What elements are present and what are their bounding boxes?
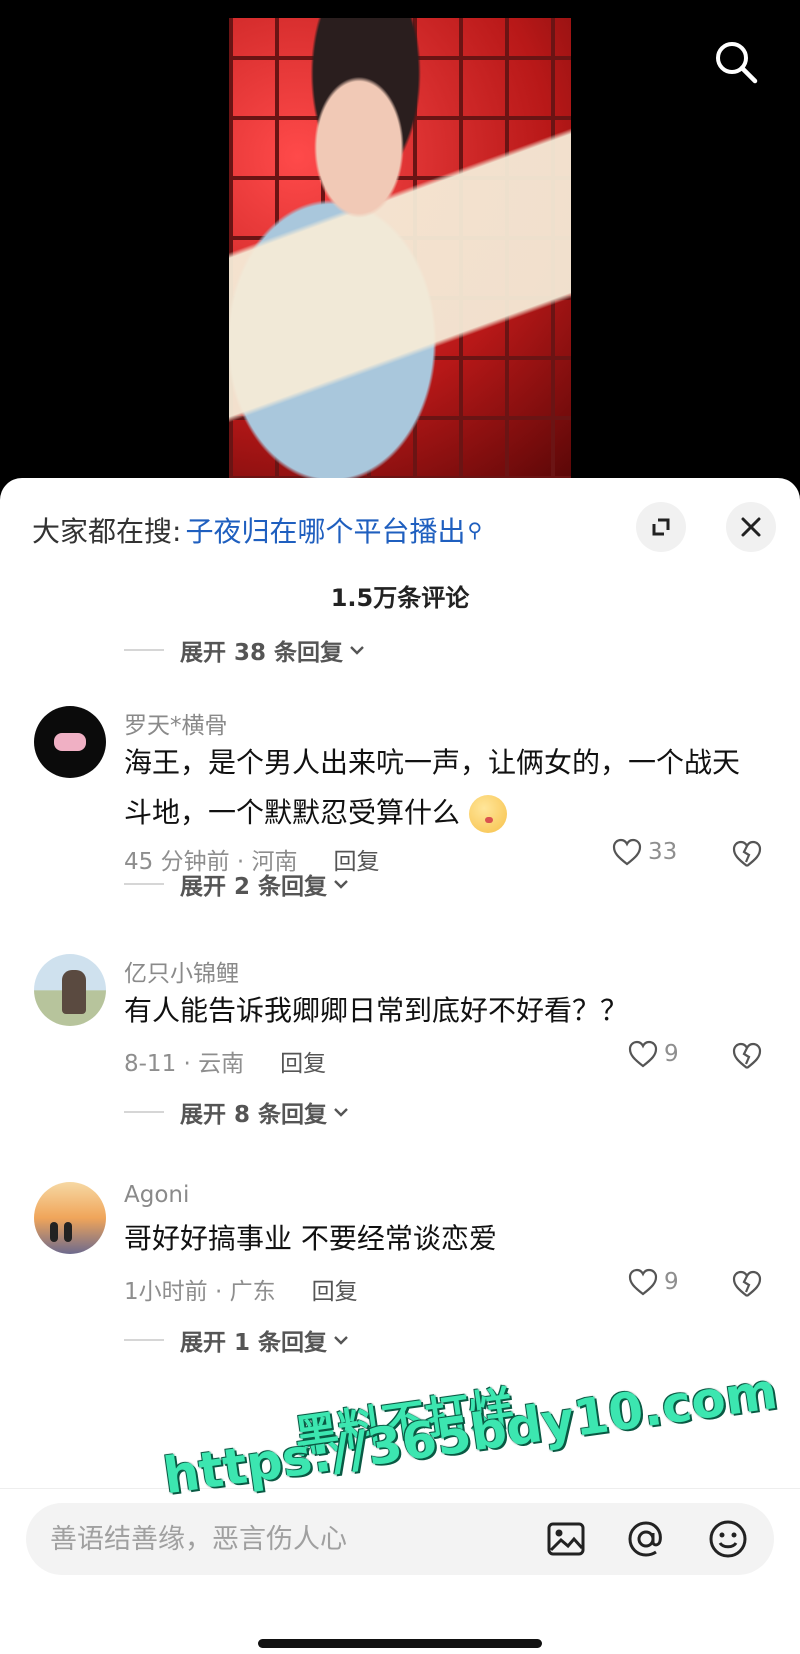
comment-count: 1.5万条评论 — [330, 584, 470, 612]
comment-sheet: 大家都在搜: 子夜归在哪个平台播出 ⚲ 1.5万条评论 展开 38 条回复 罗天… — [0, 478, 800, 1654]
home-indicator — [258, 1639, 542, 1648]
comment-username[interactable]: Agoni — [124, 1182, 189, 1208]
search-suggestion[interactable]: 大家都在搜: 子夜归在哪个平台播出 ⚲ — [32, 508, 482, 552]
video-area — [0, 0, 800, 480]
like-count: 33 — [648, 839, 678, 865]
heart-icon — [628, 1040, 658, 1068]
comment-text-content: 海王，是个男人出来吭一声，让俩女的，一个战天斗地，一个默默忍受算什么 — [124, 746, 741, 829]
expand-replies-label: 展开 38 条回复 — [180, 640, 344, 666]
comment-meta: 8-11 · 云南 回复 — [124, 1044, 326, 1078]
chevron-down-icon — [334, 1108, 348, 1117]
avatar[interactable] — [34, 954, 106, 1026]
expand-replies-toggle[interactable]: 展开 1 条回复 — [124, 1320, 349, 1360]
reply-button[interactable]: 回复 — [312, 1272, 358, 1306]
expand-replies-toggle[interactable]: 展开 38 条回复 — [124, 630, 365, 670]
divider — [124, 883, 164, 885]
video-frame[interactable] — [229, 18, 571, 480]
image-icon[interactable] — [544, 1517, 588, 1561]
comment-text: 海王，是个男人出来吭一声，让俩女的，一个战天斗地，一个默默忍受算什么 — [124, 738, 764, 838]
like-button[interactable]: 9 — [628, 1040, 679, 1068]
expand-replies-label: 展开 8 条回复 — [180, 1102, 328, 1128]
expand-replies-toggle[interactable]: 展开 8 条回复 — [124, 1092, 349, 1132]
expand-replies-toggle[interactable]: 展开 2 条回复 — [124, 864, 349, 904]
divider — [124, 649, 164, 651]
broken-heart-icon[interactable] — [732, 1042, 762, 1074]
chevron-down-icon — [334, 880, 348, 889]
emoji-icon[interactable] — [706, 1517, 750, 1561]
like-count: 9 — [664, 1041, 679, 1067]
close-icon[interactable] — [726, 502, 776, 552]
comment-input[interactable] — [50, 1503, 530, 1575]
search-prefix: 大家都在搜: — [32, 515, 182, 548]
broken-heart-icon[interactable] — [732, 1270, 762, 1302]
comment-input-bar — [0, 1488, 800, 1654]
reply-button[interactable]: 回复 — [280, 1044, 326, 1078]
comment-time-location: 1小时前 · 广东 — [124, 1279, 276, 1305]
avatar[interactable] — [34, 706, 106, 778]
blushing-emoji-icon — [468, 795, 507, 833]
comment-time-location: 8-11 · 云南 — [124, 1051, 245, 1077]
expand-replies-label: 展开 2 条回复 — [180, 874, 328, 900]
at-mention-icon[interactable] — [624, 1517, 668, 1561]
expand-icon[interactable] — [636, 502, 686, 552]
heart-icon — [612, 838, 642, 866]
chevron-down-icon — [350, 646, 364, 655]
divider — [124, 1111, 164, 1113]
comment-username[interactable]: 罗天*横骨 — [124, 706, 228, 740]
comment-input-container[interactable] — [26, 1503, 774, 1575]
search-icon[interactable] — [712, 38, 760, 86]
heart-icon — [628, 1268, 658, 1296]
search-query-link[interactable]: 子夜归在哪个平台播出 — [185, 510, 465, 550]
comment-text: 有人能告诉我卿卿日常到底好不好看？？ — [124, 994, 629, 1027]
avatar[interactable] — [34, 1182, 106, 1254]
like-button[interactable]: 33 — [612, 838, 677, 866]
search-small-icon: ⚲ — [467, 518, 483, 542]
comment-meta: 1小时前 · 广东 回复 — [124, 1272, 358, 1306]
divider — [124, 1339, 164, 1341]
broken-heart-icon[interactable] — [732, 840, 762, 872]
comment-username[interactable]: 亿只小锦鲤 — [124, 954, 239, 988]
like-count: 9 — [664, 1269, 679, 1295]
like-button[interactable]: 9 — [628, 1268, 679, 1296]
expand-replies-label: 展开 1 条回复 — [180, 1330, 328, 1356]
chevron-down-icon — [334, 1336, 348, 1345]
comment-text: 哥好好搞事业 不要经常谈恋爱 — [124, 1222, 497, 1255]
